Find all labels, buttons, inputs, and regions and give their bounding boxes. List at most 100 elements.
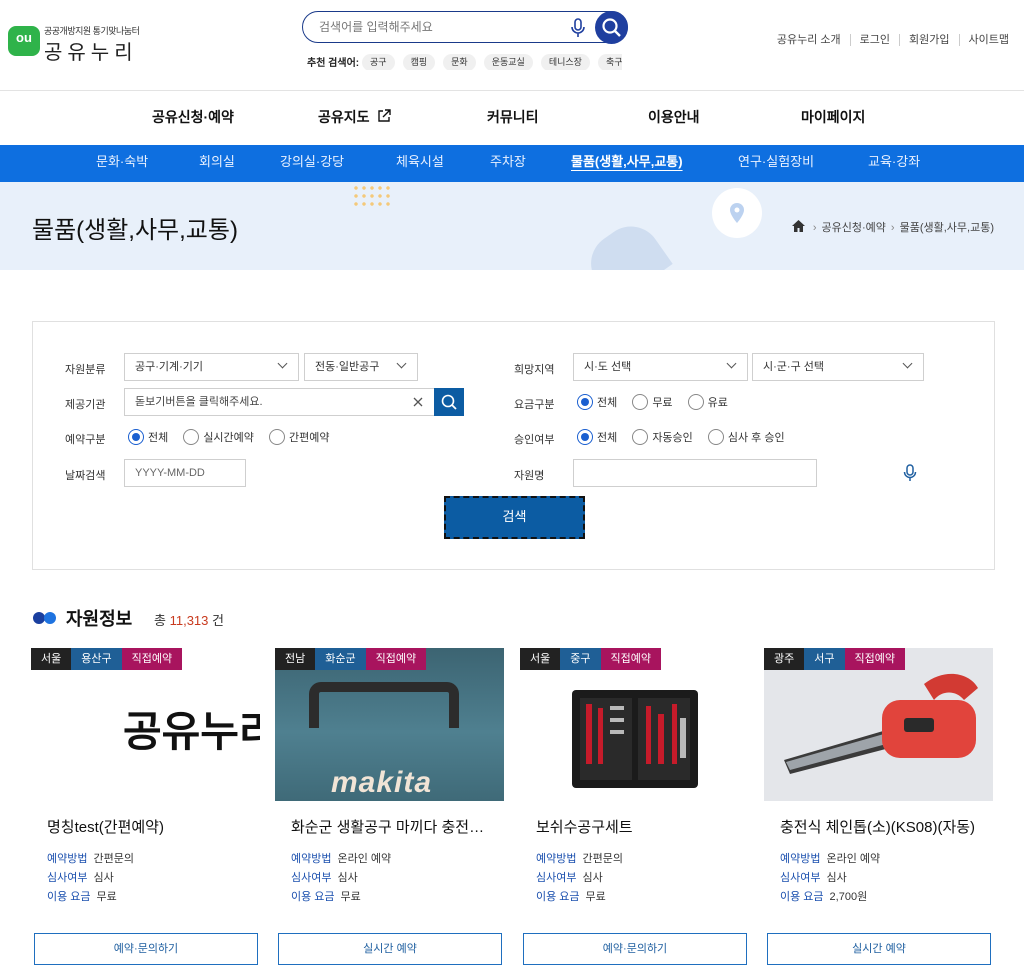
recommend-list: 공구 캠핑 문화 운동교실 테니스장 축구장 <box>362 52 622 70</box>
resource-image[interactable]: 서울 중구 직접예약 <box>520 648 749 801</box>
nav-apply[interactable]: 공유신청·예약 <box>152 91 234 143</box>
district-tag: 중구 <box>560 648 601 670</box>
reserve-option-label: 전체 <box>148 432 169 444</box>
meta-key: 이용 요금 <box>536 891 580 903</box>
page-title: 물품(생활,사무,교통) <box>32 217 238 244</box>
resource-subtype-select[interactable]: 전동·일반공구 <box>304 353 418 381</box>
util-link-sitemap[interactable]: 사이트맵 <box>958 34 1018 46</box>
meta-review: 심사여부 심사 <box>291 869 358 885</box>
meta-value: 간편문의 <box>93 853 134 865</box>
approve-radio-group: 전체 자동승인 심사 후 승인 <box>577 429 797 447</box>
meta-value: 간편문의 <box>582 853 623 865</box>
subnav-parking[interactable]: 주차장 <box>490 145 526 178</box>
reserve-inquiry-button[interactable]: 예약·문의하기 <box>523 933 747 965</box>
search-button[interactable] <box>595 11 628 44</box>
util-link-about[interactable]: 공유누리 소개 <box>768 34 850 46</box>
util-link-signup[interactable]: 회원가입 <box>899 34 959 46</box>
site-logo[interactable]: ou 공공개방지원 통기맞나눔터 공유누리 <box>8 22 148 64</box>
approve-option-auto[interactable]: 자동승인 <box>632 429 693 445</box>
clear-icon[interactable] <box>412 396 424 408</box>
provider-search-button[interactable] <box>434 388 464 416</box>
resource-card[interactable]: makita 전남 화순군 직접예약 화순군 생활공구 마끼다 충전드릴 예약방법 온… <box>275 648 504 972</box>
resource-image[interactable]: 광주 서구 직접예약 <box>764 648 993 801</box>
fee-option-label: 무료 <box>652 397 673 409</box>
radio-unselected <box>632 394 649 410</box>
resource-name[interactable]: 명칭test(간편예약) <box>47 816 252 837</box>
nav-guide[interactable]: 이용안내 <box>648 91 700 143</box>
resource-name[interactable]: 충전식 체인톱(소)(KS08)(자동) <box>780 816 985 837</box>
nav-community[interactable]: 커뮤니티 <box>487 91 539 143</box>
recommend-tag[interactable]: 공구 <box>362 54 395 70</box>
resource-card[interactable]: 서울 중구 직접예약 보쉬수공구세트 예약방법 간편문의 심사여부 심사 이용 요금 무료… <box>520 648 749 972</box>
resource-image[interactable]: makita 전남 화순군 직접예약 <box>275 648 504 801</box>
breadcrumb: › 공유신청·예약 › 물품(생활,사무,교통) <box>791 219 994 235</box>
subnav-education[interactable]: 교육·강좌 <box>868 145 920 178</box>
microphone-icon[interactable] <box>569 18 587 38</box>
subnav-culture[interactable]: 문화·숙박 <box>96 145 148 178</box>
resource-type-select[interactable]: 공구·기계·기기 <box>124 353 299 381</box>
breadcrumb-current: 물품(생활,사무,교통) <box>899 222 994 234</box>
reserve-option-label: 간편예약 <box>288 432 330 444</box>
nav-mypage[interactable]: 마이페이지 <box>801 91 865 143</box>
resource-image[interactable]: 서울 용산구 직접예약 공유누리 <box>31 648 260 801</box>
approve-option-review[interactable]: 심사 후 승인 <box>707 429 785 445</box>
meta-key: 이용 요금 <box>47 891 91 903</box>
reserve-type-tag: 직접예약 <box>121 648 183 670</box>
form-search-button[interactable]: 검색 <box>444 496 585 539</box>
realtime-reserve-button[interactable]: 실시간 예약 <box>767 933 991 965</box>
decorative-pin-shape <box>579 214 673 270</box>
fee-option-free[interactable]: 무료 <box>632 394 673 410</box>
date-input[interactable]: YYYY-MM-DD <box>124 459 246 487</box>
fee-option-all[interactable]: 전체 <box>577 394 617 410</box>
chevron-down-icon <box>396 358 407 369</box>
recommend-tag[interactable]: 운동교실 <box>483 54 533 70</box>
breadcrumb-separator: › <box>812 222 817 234</box>
search-box: 검색어를 입력해주세요 <box>302 11 628 44</box>
reserve-inquiry-button[interactable]: 예약·문의하기 <box>34 933 258 965</box>
region-sigungu-select[interactable]: 시·군·구 선택 <box>752 353 924 381</box>
meta-value: 온라인 예약 <box>337 853 392 865</box>
recommend-tag[interactable]: 축구장 <box>597 54 622 70</box>
region-sido-select[interactable]: 시·도 선택 <box>573 353 748 381</box>
region-tag: 서울 <box>31 648 72 670</box>
realtime-reserve-button[interactable]: 실시간 예약 <box>278 933 502 965</box>
external-link-icon <box>378 109 392 122</box>
subnav-meeting-room[interactable]: 회의실 <box>199 145 235 178</box>
resource-name[interactable]: 보쉬수공구세트 <box>536 816 741 837</box>
nav-map[interactable]: 공유지도 <box>318 91 392 143</box>
search-input[interactable]: 검색어를 입력해주세요 <box>319 12 433 42</box>
resource-name-input[interactable] <box>573 459 817 487</box>
recommend-tag[interactable]: 문화 <box>443 54 476 70</box>
resource-name[interactable]: 화순군 생활공구 마끼다 충전드릴 <box>291 816 496 837</box>
recommend-tag[interactable]: 테니스장 <box>540 54 590 70</box>
subnav-lecture-hall[interactable]: 강의실·강당 <box>280 145 344 178</box>
fee-option-paid[interactable]: 유료 <box>687 394 728 410</box>
reserve-option-realtime[interactable]: 실시간예약 <box>183 429 254 445</box>
subnav-research[interactable]: 연구·실험장비 <box>738 145 814 178</box>
resource-type-value: 공구·기계·기기 <box>135 361 204 373</box>
resource-card[interactable]: 광주 서구 직접예약 충전식 체인톱(소)(KS08)(자동) 예약방법 온라인 예약… <box>764 648 993 972</box>
util-link-login[interactable]: 로그인 <box>849 34 900 46</box>
breadcrumb-item[interactable]: 공유신청·예약 <box>822 222 886 234</box>
fee-option-label: 전체 <box>597 397 618 409</box>
reserve-option-all[interactable]: 전체 <box>128 429 168 445</box>
meta-fee: 이용 요금 무료 <box>536 888 606 904</box>
image-text: 공유누리 <box>123 708 260 755</box>
meta-fee: 이용 요금 2,700원 <box>780 888 867 904</box>
microphone-icon[interactable] <box>903 464 917 482</box>
reserve-option-simple[interactable]: 간편예약 <box>268 429 330 445</box>
image-text: makita <box>331 766 433 799</box>
subnav-goods[interactable]: 물품(생활,사무,교통) <box>571 145 683 178</box>
resource-card[interactable]: 서울 용산구 직접예약 공유누리 명칭test(간편예약) 예약방법 간편문의 심사여… <box>31 648 260 972</box>
home-icon[interactable] <box>791 220 805 232</box>
case-handle <box>309 682 459 728</box>
meta-key: 이용 요금 <box>780 891 824 903</box>
search-icon <box>441 394 457 410</box>
fee-option-label: 유료 <box>707 397 728 409</box>
chevron-down-icon <box>277 358 288 369</box>
approve-option-all[interactable]: 전체 <box>577 429 617 445</box>
subnav-sports[interactable]: 체육시설 <box>396 145 444 178</box>
logo-name: 공유누리 <box>44 42 138 64</box>
provider-input[interactable]: 돋보기버튼을 클릭해주세요. <box>124 388 435 416</box>
recommend-tag[interactable]: 캠핑 <box>402 54 436 70</box>
